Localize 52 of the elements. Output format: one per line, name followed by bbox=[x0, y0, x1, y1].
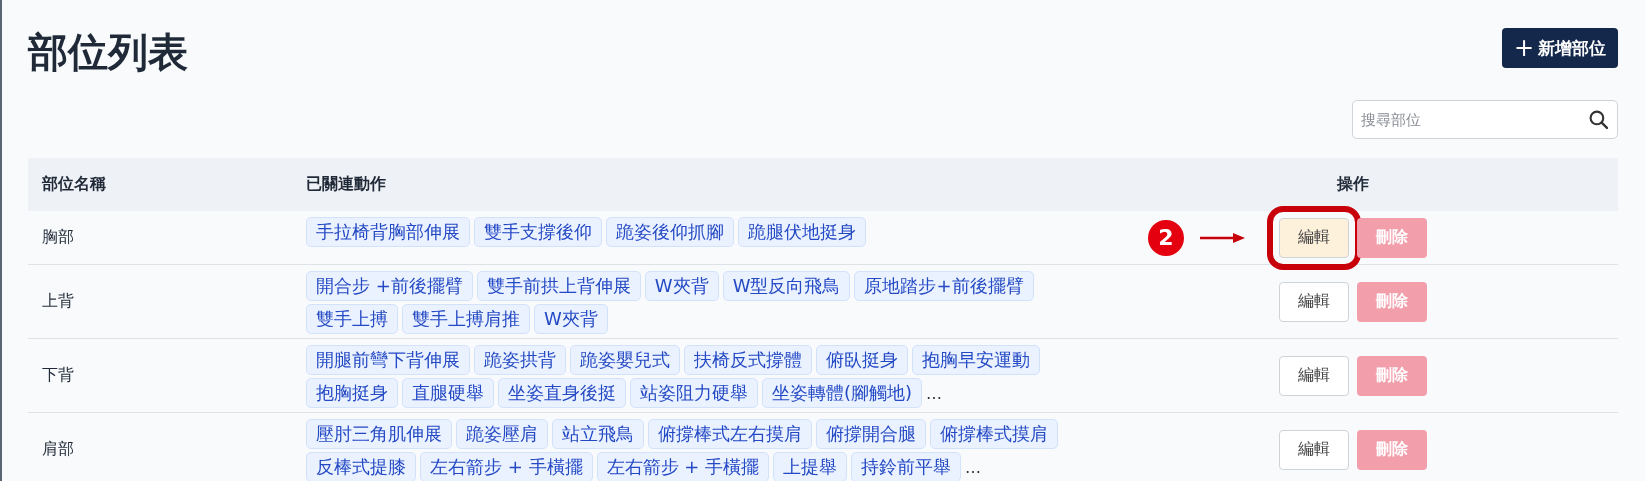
action-tag: 開合步 +前後擺臂 bbox=[306, 271, 473, 301]
action-tag: 抱胸早安運動 bbox=[912, 345, 1040, 375]
part-name: 下背 bbox=[41, 365, 75, 386]
action-tag: 抱胸挺身 bbox=[306, 378, 398, 408]
action-tag: 俯臥挺身 bbox=[816, 345, 908, 375]
action-tag: 雙手支撐後仰 bbox=[474, 217, 602, 247]
add-part-button[interactable]: + 新增部位 bbox=[1501, 28, 1618, 68]
action-tag: 上提舉 bbox=[773, 452, 848, 481]
search-icon[interactable] bbox=[1589, 110, 1608, 129]
action-tag: W夾背 bbox=[644, 271, 719, 301]
action-tag: 跪姿拱背 bbox=[474, 345, 566, 375]
action-tag: 站姿阻力硬舉 bbox=[630, 378, 758, 408]
edit-button[interactable]: 編輯 bbox=[1279, 281, 1349, 322]
column-header: 部位名稱 bbox=[41, 174, 107, 195]
arrow-icon bbox=[1200, 231, 1246, 244]
column-header: 操作 bbox=[1335, 174, 1370, 195]
edit-button[interactable]: 編輯 bbox=[1279, 355, 1349, 396]
action-tag: 俯撐棒式左右摸肩 bbox=[648, 419, 812, 449]
part-name: 上背 bbox=[41, 291, 75, 312]
action-tag: 跪姿嬰兒式 bbox=[570, 345, 680, 375]
action-tag: 左右箭步 + 手橫擺 bbox=[596, 452, 770, 481]
action-tag: 直腿硬舉 bbox=[402, 378, 494, 408]
action-tag: 俯撐開合腿 bbox=[816, 419, 926, 449]
action-tag: 壓肘三角肌伸展 bbox=[306, 419, 452, 449]
action-tag: 持鈴前平舉 bbox=[851, 452, 962, 481]
action-tag: 坐姿直身後挺 bbox=[498, 378, 626, 408]
action-tag: 坐姿轉體(腳觸地) bbox=[762, 378, 923, 408]
page-title: 部位列表 bbox=[28, 28, 188, 76]
action-tag: 跪腿伏地挺身 bbox=[738, 217, 866, 247]
part-name: 胸部 bbox=[41, 227, 75, 248]
action-tag: 手拉椅背胸部伸展 bbox=[306, 217, 470, 247]
more-ellipsis: … bbox=[965, 457, 982, 477]
action-tag: W夾背 bbox=[534, 304, 608, 334]
action-tag: 跪姿後仰抓腳 bbox=[606, 217, 734, 247]
edit-button[interactable]: 編輯 bbox=[1279, 429, 1349, 470]
column-header: 已關連動作 bbox=[305, 174, 387, 195]
part-name: 肩部 bbox=[41, 439, 75, 460]
action-tag: 雙手上搏 bbox=[306, 304, 398, 334]
action-tag: 站立飛鳥 bbox=[552, 419, 644, 449]
action-tag: 雙手前拱上背伸展 bbox=[476, 271, 641, 301]
more-ellipsis: … bbox=[926, 383, 943, 403]
action-tag: 原地踏步+前後擺臂 bbox=[854, 271, 1034, 301]
action-tag: 扶椅反式撐體 bbox=[684, 345, 812, 375]
search-field[interactable]: 搜尋部位 bbox=[1352, 100, 1618, 139]
action-tag: 俯撐棒式摸肩 bbox=[930, 419, 1058, 449]
step-number-badge: 2 bbox=[1148, 219, 1184, 256]
action-tag: 左右箭步 + 手橫擺 bbox=[420, 452, 593, 481]
action-tag: 開腿前彎下背伸展 bbox=[306, 345, 470, 375]
action-tag: 跪姿壓肩 bbox=[456, 419, 548, 449]
action-tag: 反棒式提膝 bbox=[306, 452, 416, 481]
action-tag: 雙手上搏肩推 bbox=[402, 304, 530, 334]
action-tag: W型反向飛鳥 bbox=[722, 271, 851, 301]
